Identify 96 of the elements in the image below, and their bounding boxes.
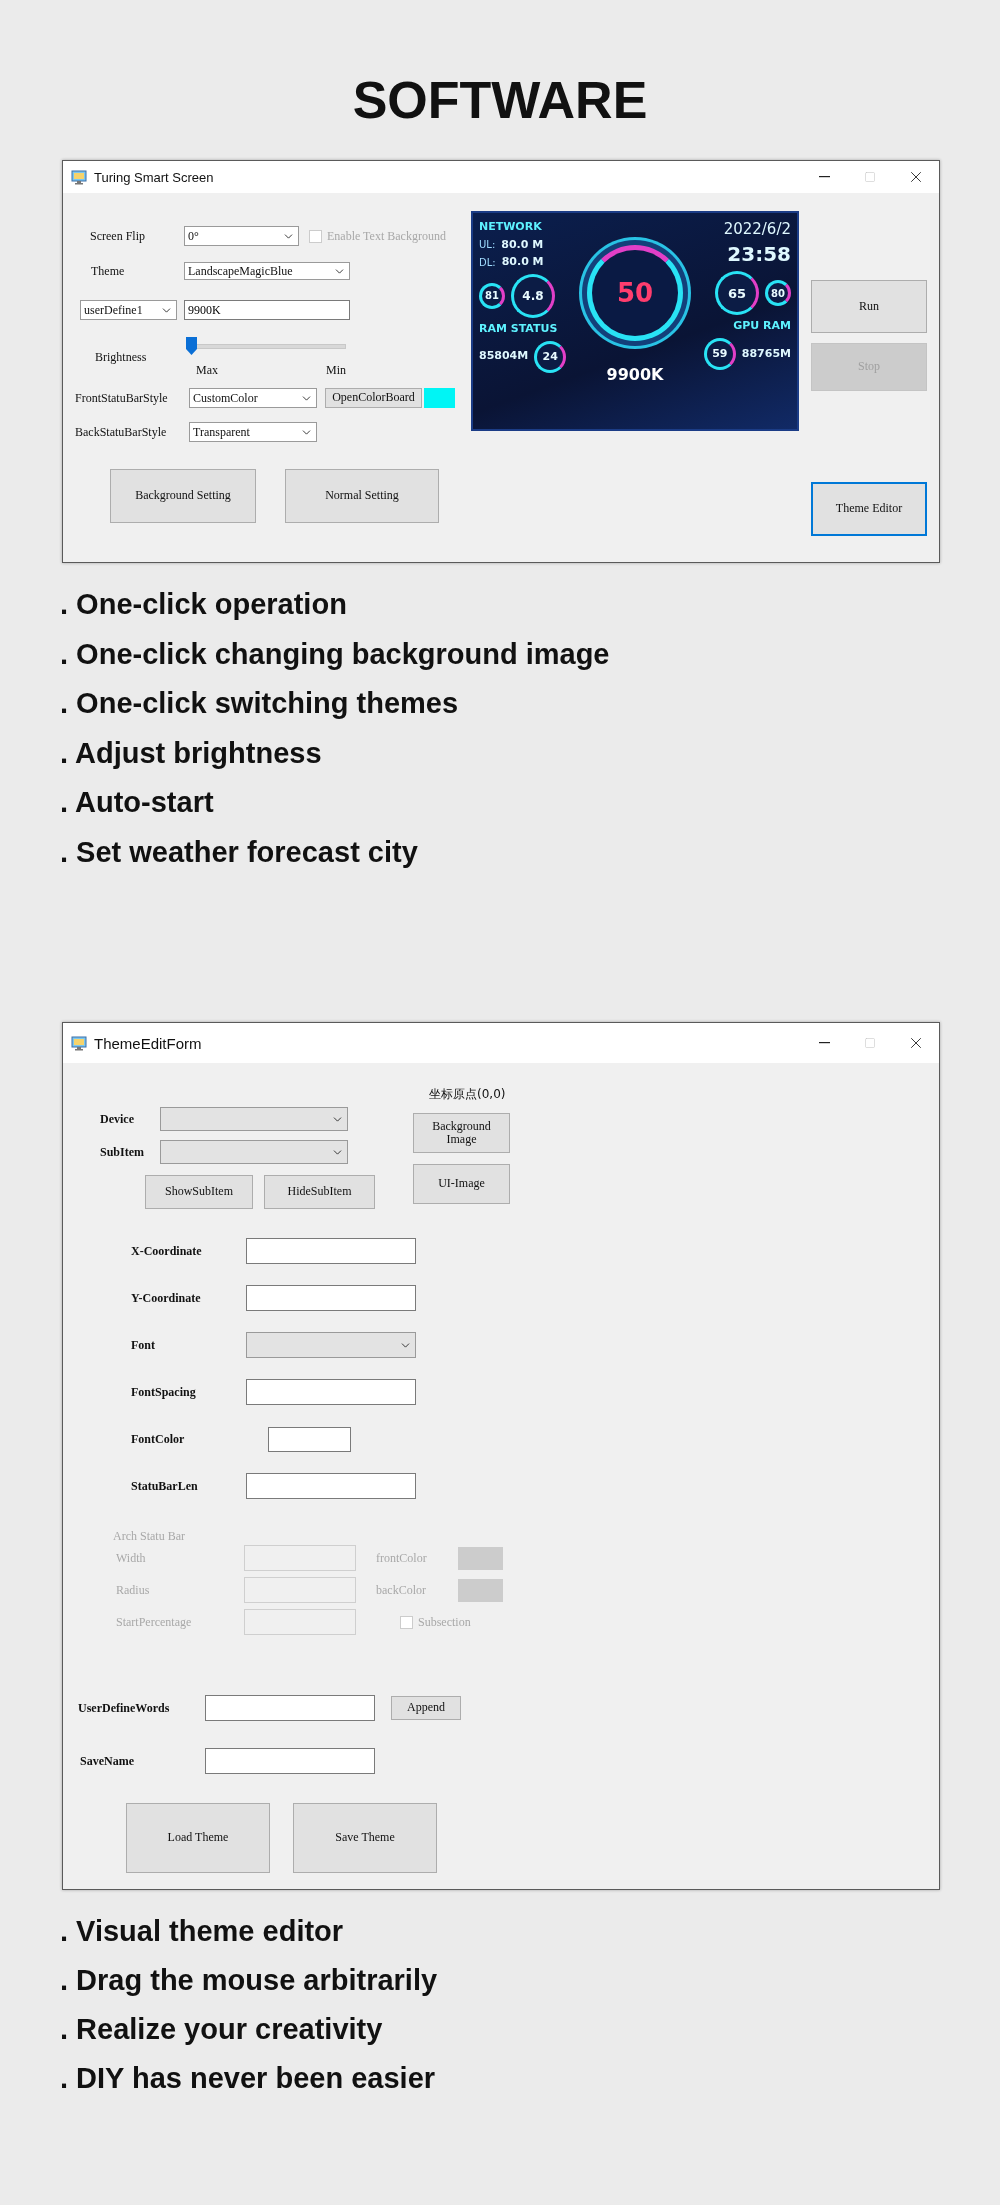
input-field[interactable] (246, 1473, 416, 1499)
color-board-button[interactable]: OpenColorBoard (325, 388, 422, 408)
slider-thumb[interactable] (186, 337, 197, 355)
field-label: UserDefineWords (78, 1700, 171, 1716)
section-title: Arch Statu Bar (113, 1528, 185, 1544)
field-label: FontColor (131, 1431, 186, 1447)
dropdown[interactable] (246, 1332, 416, 1358)
color-swatch (458, 1546, 503, 1570)
preview-value: 85804M (479, 350, 529, 363)
append-button[interactable]: Append (391, 1696, 461, 1720)
preview-label: RAM STATUS (479, 322, 558, 336)
feature-text: . Realize your creativity (60, 2013, 383, 2046)
feature-text: . Adjust brightness (60, 736, 322, 770)
gauge-reading: 59 (703, 337, 736, 370)
theme-button[interactable]: Load Theme (126, 1803, 270, 1873)
dropdown[interactable]: Transparent (189, 422, 317, 442)
field-label: BackStatuBarStyle (75, 424, 168, 440)
maximize-icon (864, 171, 876, 183)
dropdown[interactable] (160, 1107, 348, 1131)
preview-label: DL: (479, 256, 496, 269)
field-label: Theme (91, 263, 126, 279)
input-field[interactable] (246, 1238, 416, 1264)
input-field[interactable] (205, 1748, 375, 1774)
window-title: Turing Smart Screen (94, 169, 215, 185)
field-label: backColor (376, 1582, 427, 1598)
gauge-reading: 81 (479, 282, 505, 309)
preview-label: UL: (479, 239, 496, 251)
field-label: SubItem (100, 1144, 145, 1160)
feature-text: . One-click changing background image (60, 637, 610, 671)
slider-label: Max (196, 363, 218, 378)
preview-time: 23:58 (727, 243, 791, 267)
slider[interactable] (186, 337, 346, 355)
dropdown[interactable]: 0° (184, 226, 299, 246)
field-label: frontColor (376, 1550, 428, 1566)
color-swatch (458, 1578, 503, 1602)
feature-text: . Set weather forecast city (60, 835, 418, 869)
gauge-reading: 65 (715, 271, 759, 316)
hide-subitem-button[interactable]: HideSubItem (264, 1175, 375, 1209)
field-label: Y-Coordinate (131, 1290, 202, 1306)
input-field[interactable]: 9900K (184, 300, 350, 320)
field-label: StartPercentage (116, 1614, 193, 1630)
input-field[interactable] (246, 1285, 416, 1311)
input-field[interactable] (205, 1695, 375, 1721)
theme-button[interactable]: Save Theme (293, 1803, 437, 1873)
preview-label: NETWORK (479, 221, 542, 234)
field-label: FontSpacing (131, 1384, 197, 1400)
gauge-reading: 4.8 (511, 273, 555, 318)
run-button[interactable]: Run (811, 280, 927, 333)
image-button[interactable]: UI-Image (413, 1164, 510, 1204)
field-label: Device (100, 1111, 135, 1127)
maximize-icon (864, 1037, 876, 1049)
monitor-icon (71, 1035, 87, 1051)
minimize-icon (818, 1042, 830, 1044)
setting-button[interactable]: Background Setting (110, 469, 256, 523)
show-subitem-button[interactable]: ShowSubItem (145, 1175, 253, 1209)
slider-label: Min (326, 363, 346, 378)
preview-value: 88765M (741, 347, 791, 361)
monitor-icon (71, 169, 87, 185)
feature-text: . Drag the mouse arbitrarily (60, 1964, 438, 1997)
page-heading: SOFTWARE (352, 70, 648, 130)
feature-text: . Visual theme editor (60, 1915, 344, 1948)
field-label: FrontStatuBarStyle (75, 390, 169, 406)
preview-value: 80.0 M (501, 238, 544, 252)
minimize-icon (818, 176, 830, 178)
preview-date: 2022/6/2 (723, 221, 791, 239)
preview-value: 80.0 M (501, 256, 544, 269)
dropdown[interactable]: userDefine1 (80, 300, 177, 320)
input-field[interactable] (246, 1379, 416, 1405)
setting-button[interactable]: Normal Setting (285, 469, 439, 523)
dropdown[interactable]: CustomColor (189, 388, 317, 408)
image-button[interactable]: Background Image (413, 1113, 510, 1153)
theme-editor-button[interactable]: Theme Editor (811, 482, 927, 536)
field-label: StatuBarLen (131, 1478, 199, 1494)
color-swatch (424, 388, 455, 408)
color-field[interactable] (268, 1426, 351, 1452)
feature-text: . One-click switching themes (60, 687, 459, 721)
feature-text: . Auto-start (60, 786, 214, 820)
checkbox-label: Subsection (418, 1614, 471, 1630)
field-label: Brightness (95, 350, 148, 365)
field-label: Width (116, 1550, 147, 1566)
checkbox-label: Enable Text Background (327, 228, 446, 244)
feature-text: . DIY has never been easier (60, 2062, 436, 2095)
field-label: Screen Flip (90, 228, 146, 244)
feature-text: . One-click operation (60, 588, 347, 622)
origin-label: 坐标原点(0,0) (429, 1085, 506, 1103)
gauge-reading: 80 (765, 280, 791, 307)
field-label: X-Coordinate (131, 1243, 203, 1259)
field-label: Font (131, 1337, 156, 1353)
preview-value: 9900K (606, 366, 664, 385)
dropdown[interactable] (160, 1140, 348, 1164)
gauge-reading: 24 (534, 340, 567, 373)
field-label: Radius (116, 1582, 151, 1598)
window-title: ThemeEditForm (94, 1034, 203, 1052)
dropdown[interactable]: LandscapeMagicBlue (184, 262, 350, 280)
field-label: SaveName (80, 1753, 135, 1769)
preview-label: GPU RAM (733, 320, 791, 333)
